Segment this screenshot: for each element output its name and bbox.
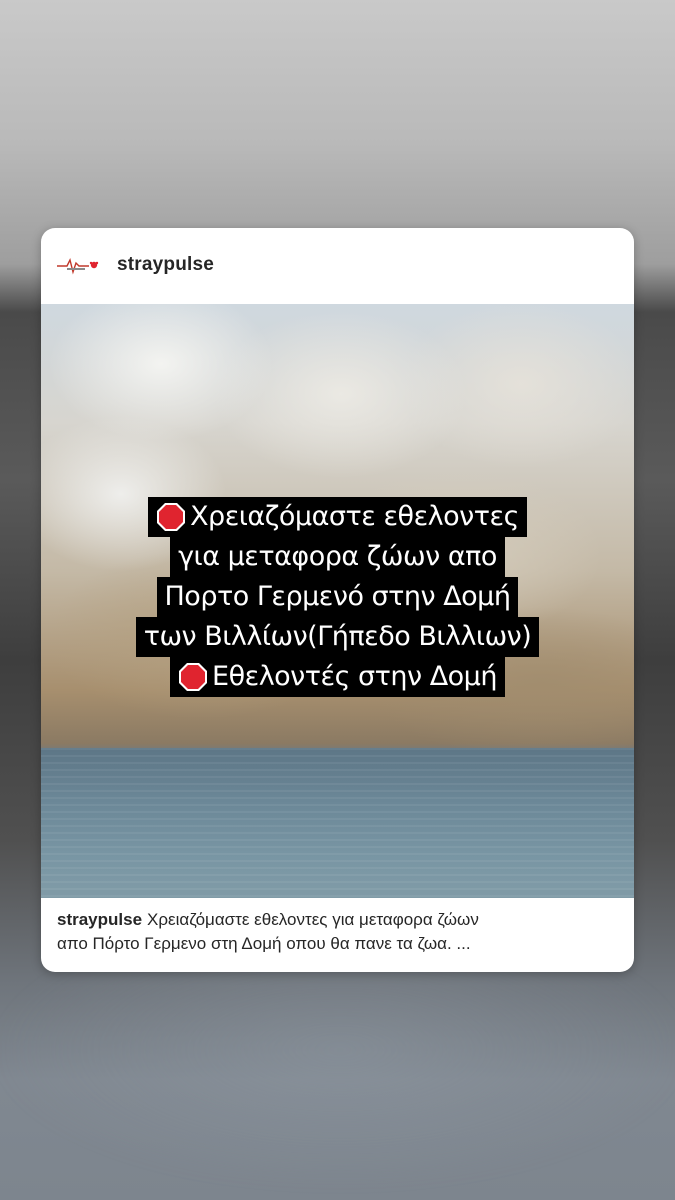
overlay-line-4: των Βιλλίων(Γήπεδο Βιλλιων) [135, 617, 540, 657]
overlay-line-1: Χρειαζόμαστε εθελοντες [148, 497, 527, 537]
post-username[interactable]: straypulse [117, 254, 214, 276]
overlay-line-5: Εθελοντές στην Δομή [170, 657, 505, 697]
overlay-line-text: Πορτο Γερμενό στην Δομή [164, 581, 511, 612]
stop-sign-icon [179, 663, 208, 691]
overlay-line-text: Χρειαζόμαστε εθελοντες [190, 501, 519, 532]
caption-text-line1: Χρειαζόμαστε εθελοντες για μεταφορα ζώων [147, 910, 479, 929]
caption-username[interactable]: straypulse [57, 910, 142, 929]
overlay-line-text: των Βιλλίων(Γήπεδο Βιλλιων) [143, 621, 532, 652]
post-caption[interactable]: straypulse Χρειαζόμαστε εθελοντες για μετ… [57, 908, 622, 956]
stop-sign-icon [157, 503, 186, 531]
sea-image [41, 748, 634, 898]
shared-post-card[interactable]: straypulse Χρειαζόμαστε εθελοντες για με… [41, 228, 634, 972]
overlay-line-text: για μεταφορα ζώων απο [178, 541, 497, 572]
post-image[interactable]: Χρειαζόμαστε εθελοντες για μεταφορα ζώων… [41, 304, 634, 898]
overlay-line-3: Πορτο Γερμενό στην Δομή [156, 577, 519, 617]
overlay-line-2: για μεταφορα ζώων απο [170, 537, 505, 577]
post-header: straypulse [41, 228, 634, 304]
overlay-line-text: Εθελοντές στην Δομή [212, 661, 497, 692]
overlay-text-block: Χρειαζόμαστε εθελοντες για μεταφορα ζώων… [41, 497, 634, 697]
caption-text-line2: απο Πόρτο Γερμενο στη Δομή οπου θα πανε … [57, 934, 471, 953]
straypulse-logo-icon[interactable] [55, 254, 101, 278]
